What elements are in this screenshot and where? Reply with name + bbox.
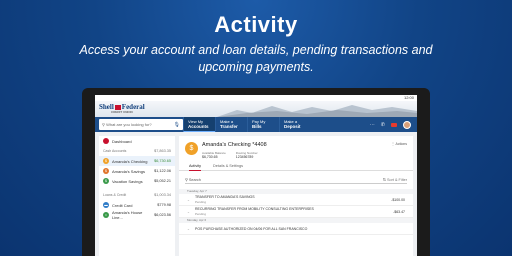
savings-icon: $ [103,168,109,174]
sidebar-item-savings[interactable]: $ Amanda's Savings $1,122.06 [99,166,175,176]
account-title: Amanda's Checking *4408 [202,142,267,148]
tab-activity[interactable]: Activity [189,162,202,171]
sidebar-item-label: Amanda's Checking [112,158,148,164]
section-total: $1,003.34 [154,193,171,197]
sidebar-item-label: Vacation Savings [112,178,143,184]
nav-view-accounts-button[interactable]: View My Accounts [183,117,215,132]
nav-icons: ⋯ ✆ [370,120,417,129]
chevron-down-icon: ⌄ [187,226,190,231]
status-time: 12:00 [403,95,414,100]
sort-filter-button[interactable]: ⇅ Sort & Filter [383,177,407,182]
account-tabs: Activity Details & Settings [179,162,413,171]
app-screen: 12:00 Shell Federal CREDIT UNION ⚲ What a… [95,95,417,256]
nav-make-transfer-button[interactable]: Make a Transfer [215,117,247,132]
search-icon: ⚲ [185,178,188,182]
credit-card-icon: ▬ [103,202,109,208]
sidebar-item-label: Amanda's Savings [112,168,146,174]
nav-bar: ⚲ What are you looking for? 🎙 View My Acc… [95,117,417,132]
chevron-down-icon: ⌄ [187,197,190,202]
phone-icon[interactable]: ✆ [381,122,385,128]
house-icon: ⌂ [103,212,109,218]
sidebar-item-checking[interactable]: $ Amanda's Checking $6,730.65 [99,156,175,166]
transaction-amount: -$63.47 [393,209,405,214]
sidebar-item-label: Dashboard [112,138,132,144]
transaction-status: Pending [195,200,207,204]
transaction-row[interactable]: ⌄ RECURRING TRANSFER FROM MOBILITY CONSU… [179,206,413,218]
sidebar-item-dashboard[interactable]: Dashboard [99,136,175,146]
tab-details-settings[interactable]: Details & Settings [213,162,243,171]
search-input[interactable]: ⚲ What are you looking for? 🎙 [99,119,183,130]
transaction-row[interactable]: ⌄ TRANSFER TO AMANDA'S SAVINGS Pending -… [179,194,413,206]
account-amount: $6,730.65 [154,159,171,163]
shell-federal-logo[interactable]: Shell Federal CREDIT UNION [99,103,145,114]
available-value: $6,730.65 [202,155,218,159]
account-header: $ Amanda's Checking *4408 Available Bala… [179,136,413,162]
nav-make-deposit-button[interactable]: Make a Deposit [279,117,311,132]
loans-header: Loans & Credit $1,003.34 [99,190,175,200]
actions-button[interactable]: ⋮ Actions [391,142,407,146]
account-amount: $6,023.56 [154,213,171,217]
account-amount: $779.98 [157,203,171,207]
account-amount: $5,052.21 [154,179,171,183]
sidebar: Dashboard Cash Accounts $7,863.35 $ Aman… [99,136,175,256]
filter-icon: ⇅ [382,178,386,182]
sidebar-item-credit-card[interactable]: ▬ Credit Card $779.98 [99,200,175,210]
chevron-down-icon: ⌄ [187,209,190,214]
sidebar-item-house-line[interactable]: ⌂ Amanda's House Line... $6,023.56 [99,210,175,220]
account-amount: $1,122.06 [154,169,171,173]
dollar-icon: $ [103,158,109,164]
mail-icon[interactable] [391,122,397,127]
section-label: Cash Accounts [103,149,127,153]
mountains-banner [217,105,417,117]
more-icon[interactable]: ⋯ [370,122,375,128]
promo-subhead: Access your account and loan details, pe… [79,43,433,74]
dashboard-icon [103,138,109,144]
transaction-search-input[interactable]: ⚲ Search ⇅ Sort & Filter [185,176,407,184]
more-icon: ⋮ [391,142,395,146]
filter-label: Sort & Filter [386,178,407,182]
routing-value: 123456789 [235,155,254,159]
sidebar-item-label: Amanda's House Line... [111,210,143,220]
section-label: Loans & Credit [103,193,127,197]
transaction-description: TRANSFER TO AMANDA'S SAVINGS Pending [195,195,255,204]
brand-bar: Shell Federal CREDIT UNION [95,101,417,117]
transaction-amount: -$100.00 [391,197,405,202]
search-placeholder: What are you looking for? [106,122,152,127]
search-icon: ⚲ [102,122,105,127]
avatar[interactable] [403,120,411,129]
transaction-description: POS PURCHASE AUTHORIZED ON 04/06 FOR ALL… [195,226,308,231]
sidebar-item-vacation[interactable]: $ Vacation Savings $5,052.21 [99,176,175,186]
actions-label: Actions [395,142,407,146]
cash-accounts-header: Cash Accounts $7,863.35 [99,146,175,156]
promo-headline: Activity [214,12,298,37]
nav-pay-bills-button[interactable]: Pay My Bills [247,117,279,132]
search-label: Search [188,177,201,182]
dollar-icon: $ [185,142,198,155]
transaction-row[interactable]: ⌄ POS PURCHASE AUTHORIZED ON 04/06 FOR A… [179,223,413,235]
routing-number: Routing Number 123456789 [236,151,258,159]
section-total: $7,863.35 [154,149,171,153]
available-balance: Available Balance $6,730.65 [202,151,226,159]
account-balances: Available Balance $6,730.65 Routing Numb… [202,151,267,159]
transaction-description: RECURRING TRANSFER FROM MOBILITY CONSULT… [195,207,314,216]
sidebar-item-label: Credit Card [112,202,133,208]
transaction-status: Pending [195,212,207,216]
microphone-icon[interactable]: 🎙 [174,122,180,128]
content-area: Dashboard Cash Accounts $7,863.35 $ Aman… [95,132,417,256]
account-detail-panel: $ Amanda's Checking *4408 Available Bala… [179,136,413,256]
vacation-icon: $ [103,178,109,184]
